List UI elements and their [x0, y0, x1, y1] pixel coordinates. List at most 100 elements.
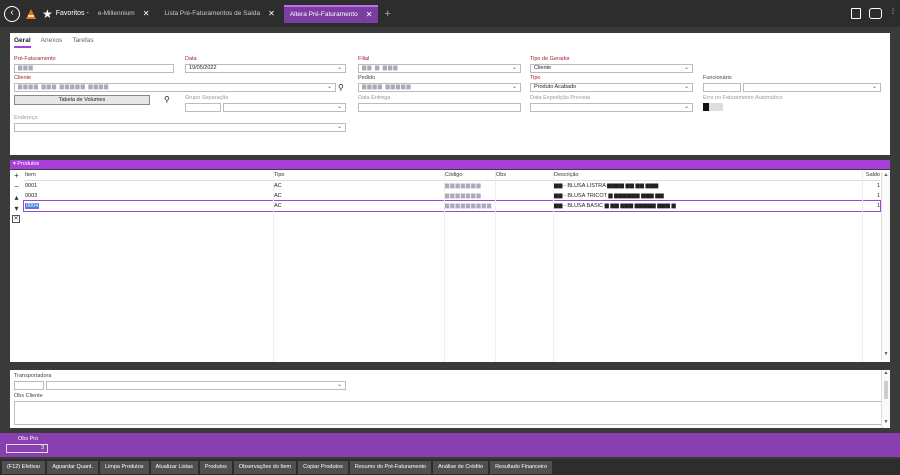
scroll-down-icon[interactable]: ▼ — [882, 419, 890, 428]
chevron-down-icon[interactable]: ⌄ — [337, 65, 342, 72]
endereco-select[interactable]: ⌄ — [14, 123, 346, 132]
observacoes-item-button[interactable]: Observações do Item — [233, 460, 297, 474]
grupo-separacao-label: Grupo Separação — [185, 95, 229, 101]
chevron-down-icon[interactable]: ⌄ — [337, 104, 342, 111]
cell-tipo: AC — [274, 193, 282, 199]
chevron-down-icon[interactable]: ⌄ — [684, 65, 689, 72]
aguardar-quant-button[interactable]: Aguardar Quant. — [47, 460, 98, 474]
lower-scrollbar[interactable]: ▲ ▼ — [881, 370, 890, 428]
tab-tarefas[interactable]: Tarefas — [72, 37, 93, 48]
move-down-icon[interactable]: ▾ — [10, 203, 23, 214]
col-descricao[interactable]: Descrição — [553, 172, 862, 180]
data-input[interactable]: 19/05/2022 ⌄ — [185, 64, 346, 73]
tipo-field: Tipo Produto Acabado ⌄ — [530, 75, 693, 92]
scroll-up-icon[interactable]: ▲ — [882, 370, 890, 379]
resultado-financeiro-button[interactable]: Resultado Financeiro — [490, 460, 553, 474]
col-saldo[interactable]: Saldo — [862, 172, 880, 180]
settings-icon[interactable]: ⋮ — [890, 8, 896, 19]
data-expedicao-input[interactable]: ⌄ — [530, 103, 693, 112]
cell-codigo: ▆▆▆▆▆▆▆ — [445, 183, 482, 189]
grupo-separacao-select[interactable]: ⌄ — [223, 103, 346, 112]
limpa-produtos-button[interactable]: Limpa Produtos — [100, 460, 149, 474]
col-obs[interactable]: Obs — [495, 172, 553, 180]
general-form: Geral Anexos Tarefas Pré-Faturamento ▆▆▆… — [10, 33, 890, 155]
scroll-thumb[interactable] — [884, 381, 888, 399]
pedido-value: ▆▆▆▆ ▆▆▆▆▆ — [362, 84, 412, 90]
favorites-label: Favoritos - — [55, 10, 89, 17]
chat-icon[interactable] — [869, 8, 882, 19]
grid-scrollbar[interactable]: ▲ ▼ — [881, 172, 890, 360]
new-tab-icon[interactable]: + — [384, 8, 390, 20]
grupo-separacao-code-input[interactable] — [185, 103, 221, 112]
efetivar-button[interactable]: (F12) Efetivar — [2, 460, 46, 474]
obs-cliente-label: Obs Cliente — [14, 393, 43, 399]
favorites-menu[interactable]: ★ Favoritos - — [42, 7, 89, 21]
close-icon[interactable]: ✕ — [366, 10, 373, 19]
funcionario-input[interactable]: ⌄ — [743, 83, 881, 92]
close-icon[interactable]: ✕ — [268, 9, 275, 18]
cell-descricao: ▆▆ - BLUSA LISTRA ▆▆▆▆ ▆▆ ▆▆ ▆▆▆ — [554, 183, 659, 189]
col-tipo[interactable]: Tipo — [273, 172, 444, 180]
tab-altera-pre-faturamento[interactable]: Altera Pré-Faturamento ✕ — [283, 4, 379, 23]
obs-pro-field[interactable]: 3 — [6, 444, 48, 453]
chevron-down-icon[interactable]: ⌄ — [684, 104, 689, 111]
remove-icon[interactable]: − — [10, 181, 23, 192]
chevron-down-icon[interactable]: ⌄ — [684, 84, 689, 91]
resumo-pre-faturamento-button[interactable]: Resumo do Pré-Faturamento — [349, 460, 432, 474]
cliente-input[interactable]: ▆▆▆▆ ▆▆▆ ▆▆▆▆▆ ▆▆▆▆ ⌄ — [14, 83, 336, 92]
chevron-down-icon[interactable]: ⌄ — [337, 124, 342, 131]
chevron-down-icon[interactable]: ⌄ — [872, 84, 877, 91]
endereco-label: Endereço — [14, 115, 38, 121]
data-entrega-input[interactable] — [358, 103, 521, 112]
pre-faturamento-input[interactable]: ▆▆▆ — [14, 64, 174, 73]
back-icon[interactable]: ‹ — [4, 5, 20, 22]
delete-icon[interactable]: ✕ — [12, 215, 20, 223]
tipo-gerador-select[interactable]: Cliente ⌄ — [530, 64, 693, 73]
table-row[interactable]: 0001 AC ▆▆▆▆▆▆▆ ▆▆ - BLUSA LISTRA ▆▆▆▆ ▆… — [24, 181, 880, 191]
tab-geral[interactable]: Geral — [14, 37, 31, 48]
atualizar-listas-button[interactable]: Atualizar Listas — [150, 460, 198, 474]
funcionario-label: Funcionário — [703, 75, 732, 81]
chevron-down-icon[interactable]: ⌄ — [512, 84, 517, 91]
produtos-button[interactable]: Produtos — [199, 460, 232, 474]
table-row[interactable]: 0003 AC ▆▆▆▆▆▆▆ ▆▆ - BLUSA TRICOT ▆ ▆▆▆▆… — [24, 191, 880, 201]
tab-anexos[interactable]: Anexos — [41, 37, 63, 48]
cell-item[interactable]: 0004 — [24, 201, 273, 211]
funcionario-code-input[interactable] — [703, 83, 741, 92]
tabela-volumes-label: Tabela de Volumes — [58, 97, 106, 103]
transportadora-code-input[interactable] — [14, 381, 44, 390]
filial-input[interactable]: ▆▆ ▆ ▆▆▆ ⌄ — [358, 64, 521, 73]
tab-e-millennium[interactable]: e-Millennium ✕ — [92, 5, 156, 23]
tipo-select[interactable]: Produto Acabado ⌄ — [530, 83, 693, 92]
col-codigo[interactable]: Código — [444, 172, 495, 180]
close-icon[interactable]: ✕ — [143, 9, 150, 18]
pedido-input[interactable]: ▆▆▆▆ ▆▆▆▆▆ ⌄ — [358, 83, 521, 92]
transportadora-select[interactable]: ⌄ — [46, 381, 346, 390]
data-entrega-label: Data Entrega — [358, 95, 391, 101]
scroll-up-icon[interactable]: ▲ — [882, 172, 890, 181]
table-row-selected[interactable]: 0004 AC ▆▆▆▆▆▆▆▆▆ ▆▆ - BLUSA BASIC ▆ ▆▆ … — [23, 200, 881, 212]
produtos-table: Item Tipo Código Obs Descrição Saldo 000… — [23, 172, 881, 212]
scroll-down-icon[interactable]: ▼ — [882, 351, 890, 360]
action-buttons: (F12) Efetivar Aguardar Quant. Limpa Pro… — [0, 459, 900, 475]
copiar-produtos-button[interactable]: Copiar Produtos — [298, 460, 348, 474]
add-icon[interactable]: + — [10, 170, 23, 181]
cell-tipo: AC — [274, 183, 282, 189]
search-icon[interactable]: ⚲ — [164, 95, 170, 104]
col-item[interactable]: Item — [24, 172, 273, 180]
chevron-down-icon[interactable]: ⌄ — [512, 65, 517, 72]
data-value: 19/05/2022 — [189, 65, 217, 71]
tabela-volumes-button[interactable]: Tabela de Volumes — [14, 95, 150, 105]
search-icon[interactable]: ⚲ — [338, 83, 344, 92]
produtos-section-header[interactable]: ▾ Produtos — [10, 160, 890, 169]
analise-credito-button[interactable]: Análise de Crédito — [433, 460, 489, 474]
clipboard-icon[interactable] — [851, 8, 861, 19]
table-header: Item Tipo Código Obs Descrição Saldo — [24, 172, 880, 181]
move-up-icon[interactable]: ▴ — [10, 192, 23, 203]
tab-lista-pre-faturamentos[interactable]: Lista Pré-Faturamentos de Saída ✕ — [158, 5, 280, 23]
tipo-gerador-field: Tipo de Gerador Cliente ⌄ — [530, 56, 693, 73]
chevron-down-icon[interactable]: ⌄ — [337, 382, 342, 389]
erro-faturamento-toggle[interactable] — [703, 103, 881, 111]
obs-cliente-textarea[interactable] — [14, 401, 882, 425]
chevron-down-icon[interactable]: ⌄ — [327, 84, 332, 91]
